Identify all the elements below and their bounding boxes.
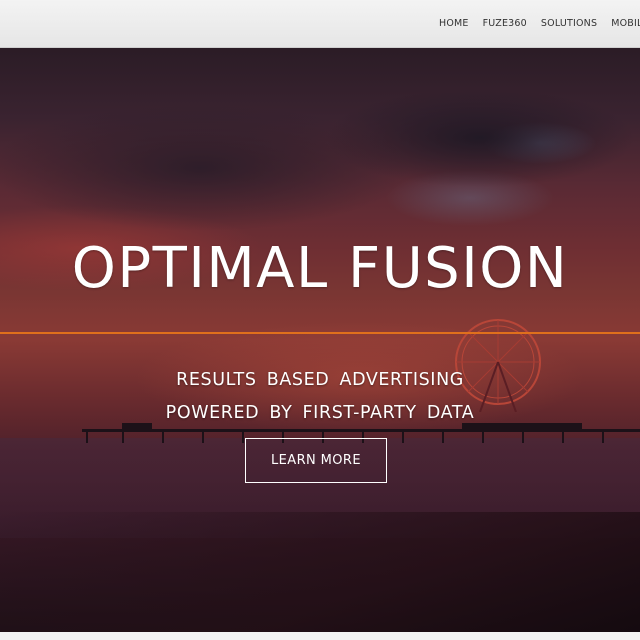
hero-section: OPTIMAL FUSION RESULTS BASED ADVERTISING… bbox=[0, 48, 640, 632]
nav-item-fuze360[interactable]: FUZE360 bbox=[483, 18, 527, 29]
bottom-edge bbox=[0, 632, 640, 640]
hero-headline: OPTIMAL FUSION bbox=[71, 236, 569, 301]
hero-background-beach bbox=[0, 512, 640, 632]
nav-item-solutions[interactable]: SOLUTIONS bbox=[541, 18, 597, 29]
nav-item-home[interactable]: HOME bbox=[439, 18, 469, 29]
nav-menu: HOME FUZE360 SOLUTIONS MOBILE PU bbox=[439, 18, 640, 29]
ferris-wheel-illustration bbox=[455, 319, 541, 412]
hero-subline-1: RESULTS BASED ADVERTISING bbox=[176, 370, 464, 390]
hero-divider bbox=[0, 332, 640, 334]
hero-subline-2: POWERED BY FIRST-PARTY DATA bbox=[165, 403, 475, 423]
top-navbar: HOME FUZE360 SOLUTIONS MOBILE PU bbox=[0, 0, 640, 48]
learn-more-button[interactable]: LEARN MORE bbox=[245, 438, 387, 483]
nav-item-mobile[interactable]: MOBILE bbox=[611, 18, 640, 29]
